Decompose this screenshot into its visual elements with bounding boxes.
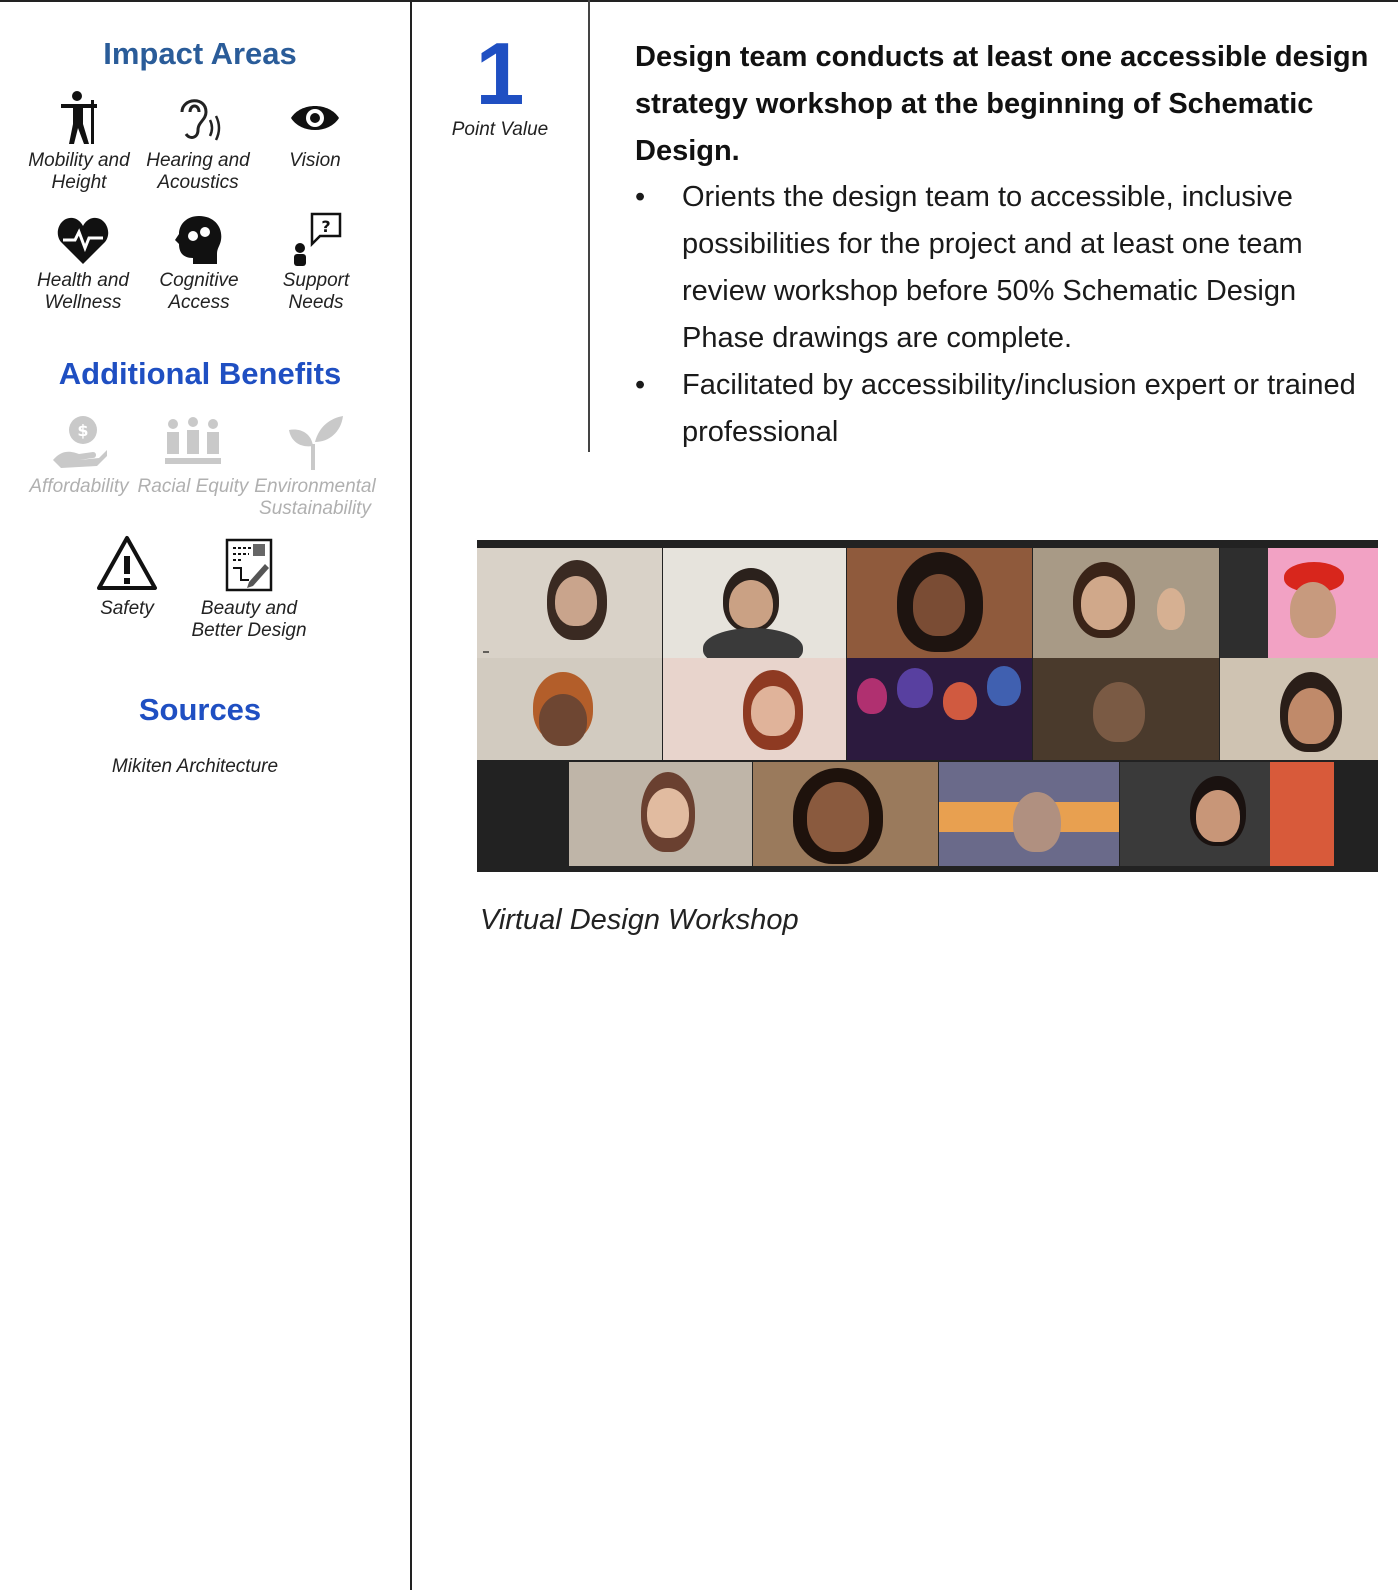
impact-item-cognitive: Cognitive Access bbox=[136, 214, 262, 314]
impact-item-vision: Vision bbox=[252, 90, 378, 172]
question-bubble-icon: ? bbox=[294, 212, 342, 266]
top-rule bbox=[0, 0, 1398, 2]
benefit-item-affordability: $ Affordability bbox=[16, 412, 142, 498]
video-tile bbox=[569, 762, 752, 866]
brain-head-icon bbox=[175, 216, 222, 264]
video-tile bbox=[753, 762, 938, 866]
video-tile bbox=[663, 548, 846, 658]
mobility-icon bbox=[61, 91, 97, 144]
warning-icon bbox=[97, 536, 157, 590]
video-tile bbox=[477, 548, 662, 658]
impact-item-label: Vision bbox=[289, 150, 341, 171]
point-value-label: Point Value bbox=[451, 119, 549, 140]
impact-item-label: Cognitive Access bbox=[159, 270, 239, 313]
impact-item-label: Hearing and Acoustics bbox=[146, 150, 250, 193]
impact-item-label: Health and Wellness bbox=[37, 270, 129, 313]
eye-icon bbox=[291, 106, 339, 130]
video-tile bbox=[847, 658, 1032, 760]
video-tile bbox=[1033, 548, 1219, 658]
benefit-item-label: Beauty and Better Design bbox=[191, 598, 307, 641]
ear-icon bbox=[180, 99, 221, 141]
bullet-item: Facilitated by accessibility/inclusion e… bbox=[635, 362, 1375, 456]
point-divider bbox=[588, 0, 590, 452]
workshop-photo bbox=[477, 540, 1378, 872]
credit-bullets: Orients the design team to accessible, i… bbox=[635, 174, 1375, 456]
benefit-item-safety: Safety bbox=[64, 534, 190, 620]
impact-item-label: Mobility and Height bbox=[28, 150, 130, 193]
photo-caption: Virtual Design Workshop bbox=[480, 904, 799, 936]
money-hand-icon: $ bbox=[53, 416, 107, 468]
credit-headline: Design team conducts at least one access… bbox=[635, 41, 1369, 167]
impact-item-health: Health and Wellness bbox=[20, 214, 146, 314]
impact-areas-title: Impact Areas bbox=[103, 36, 297, 71]
people-icon bbox=[165, 417, 221, 464]
bullet-item: Orients the design team to accessible, i… bbox=[635, 174, 1375, 362]
benefit-item-racial-equity: Racial Equity bbox=[130, 412, 256, 498]
video-tile bbox=[477, 658, 662, 760]
video-tile bbox=[1120, 762, 1334, 866]
benefit-item-sustainability: Environmental Sustainability bbox=[252, 412, 378, 520]
impact-item-support: ? Support Needs bbox=[253, 210, 379, 314]
point-value-number: 1 bbox=[475, 24, 525, 123]
video-tile bbox=[1220, 548, 1378, 658]
benefit-item-beauty-design: Beauty and Better Design bbox=[186, 534, 312, 642]
benefit-item-label: Affordability bbox=[29, 476, 129, 497]
sidebar-divider bbox=[410, 0, 412, 1590]
video-tile bbox=[1220, 658, 1378, 760]
video-tile bbox=[1033, 658, 1219, 760]
impact-item-mobility: Mobility and Height bbox=[16, 90, 142, 194]
svg-text:$: $ bbox=[77, 421, 88, 440]
plant-icon bbox=[289, 416, 343, 470]
heart-icon bbox=[57, 217, 109, 264]
video-tile bbox=[847, 548, 1032, 658]
design-sketch-icon bbox=[225, 538, 273, 592]
benefit-item-label: Safety bbox=[100, 598, 154, 619]
sources-text: Mikiten Architecture bbox=[111, 756, 279, 777]
benefit-item-label: Environmental Sustainability bbox=[254, 476, 376, 519]
benefit-item-label: Racial Equity bbox=[137, 476, 249, 497]
impact-item-hearing: Hearing and Acoustics bbox=[135, 90, 261, 194]
sources-title: Sources bbox=[138, 692, 262, 727]
svg-text:?: ? bbox=[321, 217, 330, 236]
video-tile bbox=[663, 658, 846, 760]
impact-item-label: Support Needs bbox=[282, 270, 350, 313]
additional-benefits-title: Additional Benefits bbox=[58, 356, 342, 391]
video-tile bbox=[939, 762, 1119, 866]
